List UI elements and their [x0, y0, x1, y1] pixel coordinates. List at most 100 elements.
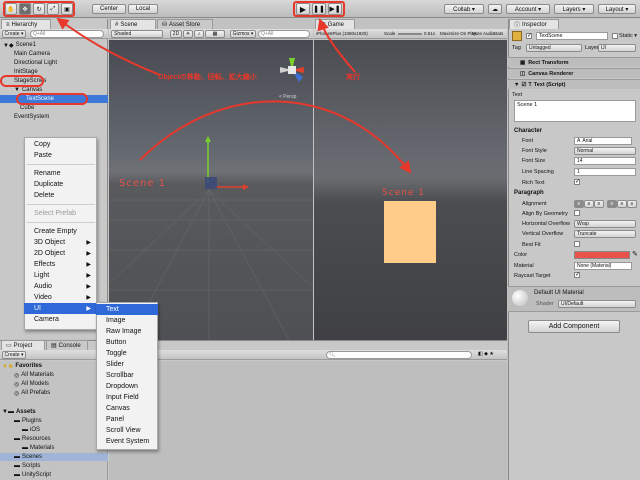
raycast-checkbox[interactable]: ✓	[574, 272, 580, 278]
align-bottom-button[interactable]: ≡	[627, 200, 637, 208]
project-content-area[interactable]	[109, 361, 507, 480]
cloud-button[interactable]: ☁	[488, 4, 502, 14]
hierarchy-search-input[interactable]: Q+All	[30, 30, 104, 38]
project-search-input[interactable]: 🔍︎	[326, 351, 472, 359]
project-create-button[interactable]: Create ▾	[2, 351, 26, 359]
object-name-input[interactable]: TextScene	[536, 32, 608, 40]
hierarchy-item-scene1[interactable]: ▼◆ Scene1	[0, 41, 108, 49]
display-dropdown[interactable]: iPhone6Plus (1080x1920)	[316, 31, 368, 36]
menu-item-copy[interactable]: Copy	[24, 139, 97, 150]
submenu-item-text[interactable]: Text	[96, 304, 158, 315]
font-style-dropdown[interactable]: Normal	[574, 147, 636, 155]
shaded-dropdown[interactable]: Shaded	[111, 30, 163, 38]
effects-dropdown[interactable]: ▦	[205, 30, 225, 38]
shader-dropdown[interactable]: UI/Default	[558, 300, 636, 308]
maximize-on-play-toggle[interactable]: Maximize On Play	[440, 31, 476, 36]
color-swatch[interactable]	[574, 251, 630, 259]
submenu-item-scroll-view[interactable]: Scroll View	[96, 425, 158, 436]
gizmos-dropdown[interactable]: Gizmos ▾	[230, 30, 256, 38]
rich-text-checkbox[interactable]: ✓	[574, 179, 580, 185]
asset-folder[interactable]: ▬ Plugins	[0, 417, 108, 425]
material-field[interactable]: None (Material)	[574, 262, 632, 270]
submenu-item-raw-image[interactable]: Raw Image	[96, 326, 158, 337]
scene-orientation-gizmo[interactable]	[277, 52, 307, 88]
assets-folder[interactable]: ▼▬ Assets	[0, 408, 108, 416]
submenu-item-input-field[interactable]: Input Field	[96, 392, 158, 403]
project-filter-icons[interactable]: ◧ ◆ ★	[478, 351, 494, 357]
menu-item-light[interactable]: Light ▶	[24, 270, 97, 281]
layout-button[interactable]: Layout ▾	[598, 4, 636, 14]
tag-dropdown[interactable]: Untagged	[526, 44, 582, 52]
submenu-item-event-system[interactable]: Event System	[96, 436, 158, 447]
scene-text-label[interactable]: Scene 1	[119, 178, 166, 189]
align-right-button[interactable]: ≡	[594, 200, 604, 208]
menu-item-3d-object[interactable]: 3D Object ▶	[24, 237, 97, 248]
static-checkbox[interactable]	[612, 33, 618, 39]
menu-item-create-empty[interactable]: Create Empty	[24, 226, 97, 237]
layer-dropdown[interactable]: UI	[598, 44, 636, 52]
submenu-item-dropdown[interactable]: Dropdown	[96, 381, 158, 392]
menu-item-paste[interactable]: Paste	[24, 150, 97, 161]
component-rect-transform[interactable]: ▦ Rect Transform	[508, 57, 640, 67]
component-text-script[interactable]: ▼ ☑ T Text (Script)	[508, 79, 640, 89]
2d-toggle[interactable]: 2D	[170, 30, 182, 38]
submenu-item-toggle[interactable]: Toggle	[96, 348, 158, 359]
menu-item-2d-object[interactable]: 2D Object ▶	[24, 248, 97, 259]
submenu-item-panel[interactable]: Panel	[96, 414, 158, 425]
align-top-button[interactable]: ≡	[607, 200, 617, 208]
asset-folder[interactable]: ▬ Scripts	[0, 462, 108, 470]
menu-item-video[interactable]: Video ▶	[24, 292, 97, 303]
mute-audio-toggle[interactable]: Mute Audio	[472, 31, 495, 36]
tab-asset-store[interactable]: ⛁ Asset Store	[157, 19, 213, 29]
asset-folder[interactable]: ▬ iOS	[0, 426, 108, 434]
submenu-item-scrollbar[interactable]: Scrollbar	[96, 370, 158, 381]
hierarchy-item[interactable]: EventSystem	[0, 113, 108, 121]
lighting-toggle[interactable]: ☀	[183, 30, 193, 38]
align-middle-button[interactable]: ≡	[617, 200, 627, 208]
game-viewport[interactable]: Scene 1	[314, 40, 507, 340]
collab-button[interactable]: Collab ▾	[444, 4, 484, 14]
active-checkbox[interactable]: ✓	[526, 33, 532, 39]
scene-search-input[interactable]: Q+All	[258, 30, 310, 38]
account-button[interactable]: Account ▾	[506, 4, 550, 14]
favorite-item[interactable]: ◎ All Prefabs	[0, 389, 108, 397]
hierarchy-item[interactable]: Main Camera	[0, 50, 108, 58]
scale-slider[interactable]	[398, 33, 422, 35]
align-geometry-checkbox[interactable]	[574, 210, 580, 216]
hierarchy-item[interactable]: Directional Light	[0, 59, 108, 67]
submenu-item-image[interactable]: Image	[96, 315, 158, 326]
local-button[interactable]: Local	[128, 4, 158, 14]
menu-item-duplicate[interactable]: Duplicate	[24, 179, 97, 190]
submenu-item-canvas[interactable]: Canvas	[96, 403, 158, 414]
hierarchy-create-button[interactable]: Create ▾	[2, 30, 26, 38]
tab-scene[interactable]: # Scene	[110, 19, 156, 29]
tab-game[interactable]: ◧ Game	[315, 19, 355, 29]
align-left-button[interactable]: ≡	[574, 200, 584, 208]
tab-hierarchy[interactable]: ≡ Hierarchy	[1, 19, 51, 29]
favorite-item[interactable]: ◎ All Materials	[0, 371, 108, 379]
submenu-item-slider[interactable]: Slider	[96, 359, 158, 370]
eyedropper-icon[interactable]: ✎	[632, 250, 638, 258]
layers-button[interactable]: Layers ▾	[554, 4, 594, 14]
h-overflow-dropdown[interactable]: Wrap	[574, 220, 636, 228]
tab-project[interactable]: ▭ Project	[1, 340, 45, 350]
menu-item-ui[interactable]: UI ▶	[24, 303, 97, 314]
center-button[interactable]: Center	[92, 4, 126, 14]
menu-item-delete[interactable]: Delete	[24, 190, 97, 201]
v-overflow-dropdown[interactable]: Truncate	[574, 230, 636, 238]
add-component-button[interactable]: Add Component	[528, 320, 620, 333]
text-area[interactable]: Scene 1	[514, 100, 636, 122]
asset-folder[interactable]: ▬ UnityScript	[0, 471, 108, 479]
persp-label[interactable]: < Persp	[279, 94, 296, 100]
best-fit-checkbox[interactable]	[574, 241, 580, 247]
asset-folder[interactable]: ▬ Resources	[0, 435, 108, 443]
component-canvas-renderer[interactable]: ◫ Canvas Renderer	[508, 68, 640, 78]
submenu-item-button[interactable]: Button	[96, 337, 158, 348]
menu-item-effects[interactable]: Effects ▶	[24, 259, 97, 270]
audio-toggle[interactable]: ♪	[194, 30, 204, 38]
menu-item-camera[interactable]: Camera	[24, 314, 97, 325]
favorites-folder[interactable]: ▼★ Favorites	[0, 362, 108, 370]
align-center-button[interactable]: ≡	[584, 200, 594, 208]
hierarchy-item[interactable]: Cube	[0, 104, 108, 112]
scene-viewport[interactable]: Scene 1 < Persp	[109, 40, 313, 340]
